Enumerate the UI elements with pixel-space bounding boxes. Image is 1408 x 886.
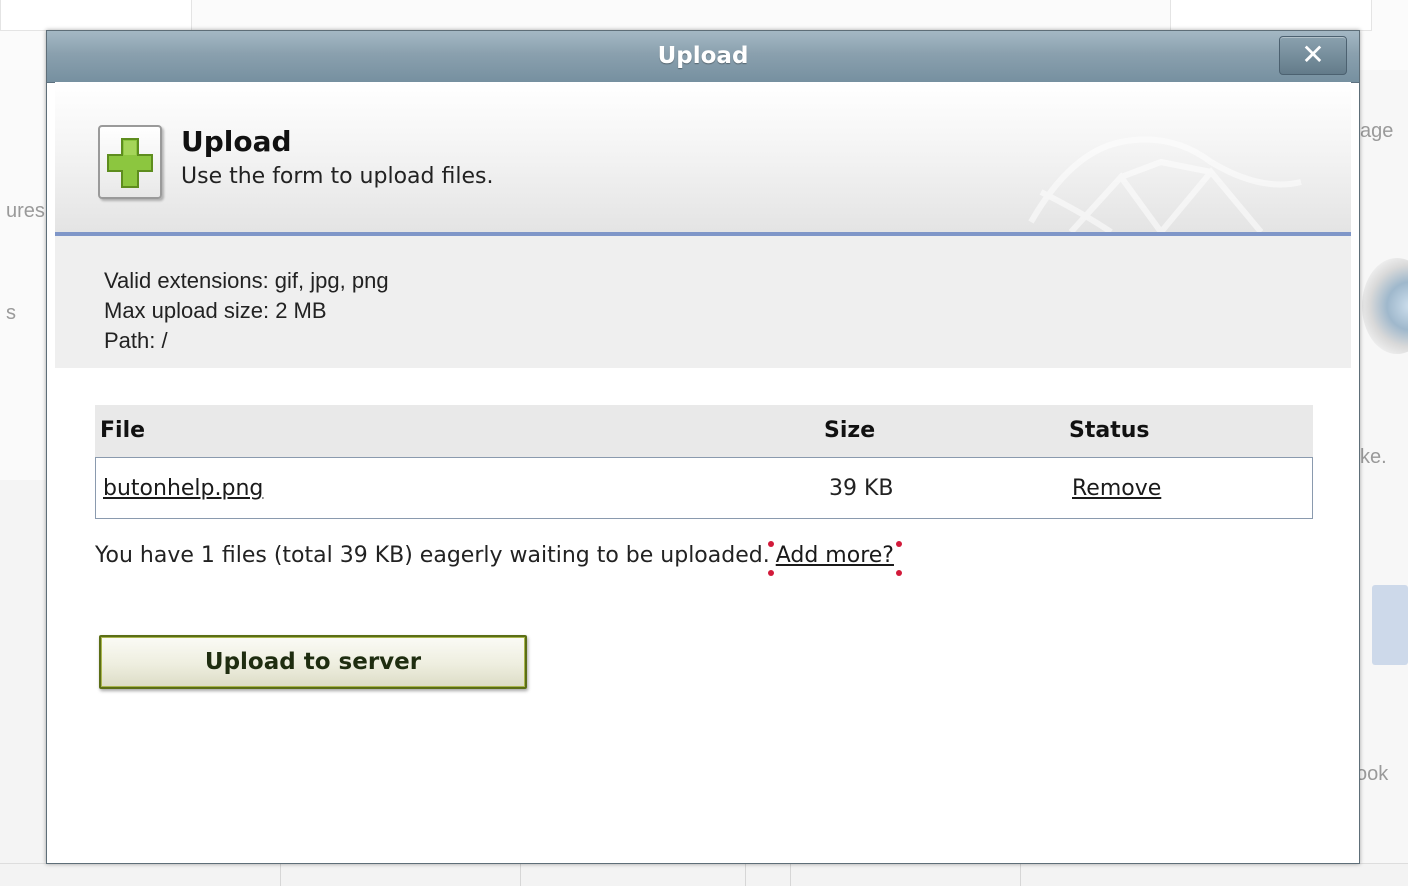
dialog-title: Upload <box>657 43 749 69</box>
background-text: age <box>1360 120 1394 142</box>
background-text: ook <box>1356 763 1389 785</box>
upload-info: Valid extensions: gif, jpg, png Max uplo… <box>55 236 1351 368</box>
watermark-graphic <box>1028 136 1302 232</box>
valid-extensions: Valid extensions: gif, jpg, png <box>104 268 389 293</box>
background-cell <box>790 864 791 886</box>
background-bottom-bar <box>0 863 1408 886</box>
file-size: 39 KB <box>829 476 894 501</box>
plus-icon <box>98 125 162 199</box>
background-cell <box>745 864 746 886</box>
background-box <box>0 0 192 31</box>
background-text: ke. <box>1360 446 1387 468</box>
focus-marker <box>767 570 774 576</box>
column-header-size: Size <box>824 418 876 443</box>
upload-to-server-button[interactable]: Upload to server <box>99 635 527 689</box>
header-subtitle: Use the form to upload files. <box>181 164 494 189</box>
background-cell <box>1020 864 1021 886</box>
upload-dialog: Upload ✕ Upload Use the form to upload f… <box>46 30 1360 864</box>
table-row: butonhelp.png 39 KB Remove <box>95 457 1313 519</box>
summary-text: You have 1 files (total 39 KB) eagerly w… <box>95 543 770 568</box>
table-header: File Size Status <box>95 405 1313 457</box>
file-name-link[interactable]: butonhelp.png <box>103 458 263 520</box>
background-left-panel <box>0 70 49 480</box>
remove-link[interactable]: Remove <box>1072 458 1161 520</box>
file-table: File Size Status butonhelp.png 39 KB Rem… <box>95 405 1313 519</box>
background-text: ures <box>6 200 45 222</box>
column-header-file: File <box>100 418 146 443</box>
max-upload-size: Max upload size: 2 MB <box>104 298 327 323</box>
column-header-status: Status <box>1069 418 1150 443</box>
focus-marker <box>895 570 902 576</box>
focus-marker <box>895 541 902 547</box>
close-button[interactable]: ✕ <box>1279 36 1347 75</box>
background-text: s <box>6 302 16 324</box>
dialog-header: Upload Use the form to upload files. <box>55 82 1351 236</box>
add-more-link[interactable]: Add more? <box>776 543 894 568</box>
background-button <box>1372 585 1408 665</box>
dialog-titlebar[interactable]: Upload ✕ <box>47 31 1359 83</box>
add-more-wrapper: Add more? <box>767 541 902 576</box>
focus-marker <box>767 541 774 547</box>
upload-path: Path: / <box>104 328 168 353</box>
close-icon: ✕ <box>1301 38 1325 71</box>
background-cell <box>520 864 521 886</box>
background-box <box>1170 0 1372 31</box>
header-title: Upload <box>181 125 292 158</box>
upload-summary: You have 1 files (total 39 KB) eagerly w… <box>95 541 902 576</box>
background-cell <box>280 864 281 886</box>
